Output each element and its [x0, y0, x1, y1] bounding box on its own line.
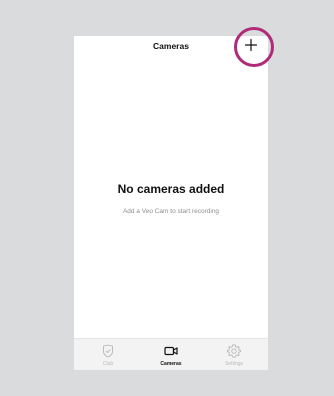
plus-icon	[244, 38, 258, 52]
tab-settings-label: Settings	[224, 361, 244, 367]
tab-club[interactable]: Club	[76, 339, 140, 370]
tab-cameras[interactable]: Cameras	[139, 339, 203, 370]
tab-cameras-label: Cameras	[160, 361, 182, 367]
tab-bar: Club Cameras Settings	[74, 338, 268, 370]
tab-settings[interactable]: Settings	[202, 339, 266, 370]
tab-club-label: Club	[102, 361, 114, 367]
video-camera-icon	[164, 346, 178, 356]
app-screen: Cameras No cameras added Add a Veo Cam t…	[74, 36, 268, 370]
add-camera-button[interactable]	[243, 37, 259, 53]
empty-state-title: No cameras added	[117, 182, 225, 196]
page-title: Cameras	[153, 41, 189, 51]
gear-icon	[226, 344, 242, 358]
empty-state-subtitle: Add a Veo Cam to start recording	[122, 208, 220, 215]
shield-check-icon	[103, 344, 113, 358]
